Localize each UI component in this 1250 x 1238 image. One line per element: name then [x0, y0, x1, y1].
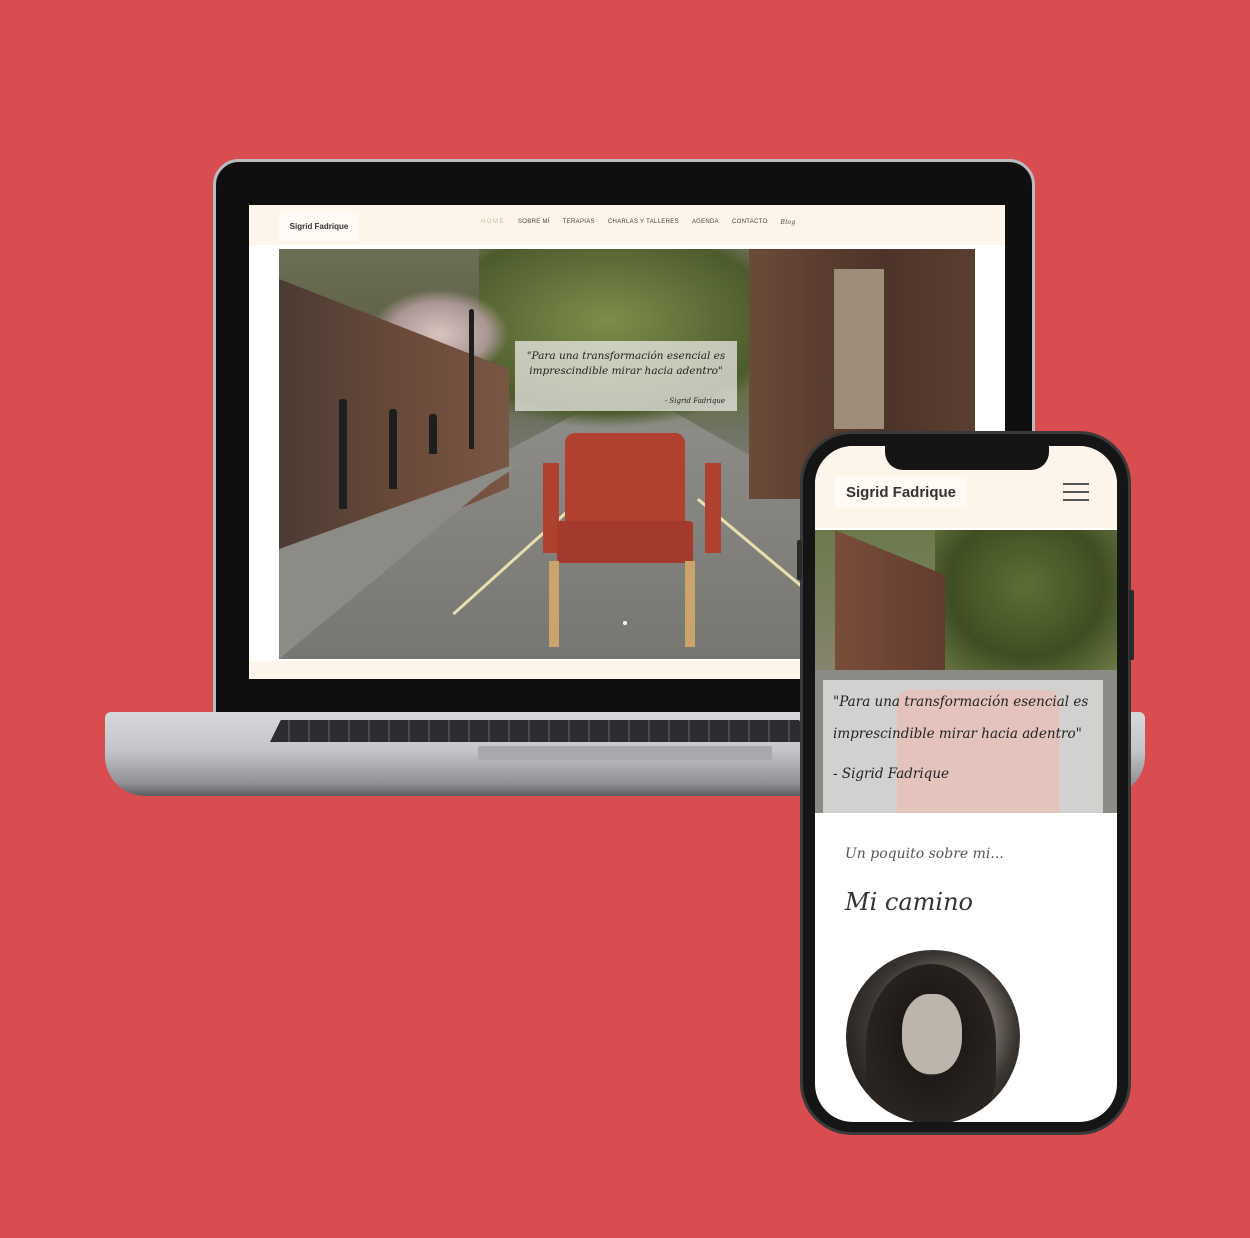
phone-side-button	[797, 540, 802, 580]
nav-item-agenda[interactable]: AGENDA	[692, 219, 719, 226]
mobile-hero-image: "Para una transformación esencial es imp…	[815, 530, 1117, 813]
mobile-quote-line-2: imprescindible mirar hacia adentro"	[833, 726, 1082, 742]
phone-side-button	[1129, 590, 1134, 660]
armchair-leg	[685, 561, 695, 647]
site-logo[interactable]: Sigrid Fadrique	[279, 211, 359, 241]
nav-item-terapias[interactable]: TERAPIAS	[563, 219, 595, 226]
nav-item-home[interactable]: HOME	[481, 219, 505, 226]
bollard	[429, 414, 437, 454]
hero-quote-box: "Para una transformación esencial es imp…	[515, 341, 737, 411]
mobile-hero-buildings	[835, 530, 945, 680]
armchair-seat	[557, 521, 693, 563]
about-title: Mi camino	[845, 888, 973, 916]
mobile-quote-line-1: "Para una transformación esencial es	[833, 694, 1089, 710]
hero-pillar	[834, 269, 884, 429]
quote-line-2: imprescindible mirar hacia adentro"	[529, 365, 723, 377]
desktop-header: Sigrid Fadrique HOME SOBRE MÍ TERAPIAS C…	[249, 205, 1005, 245]
nav-item-blog[interactable]: Blog	[780, 219, 795, 226]
portrait-avatar	[846, 950, 1020, 1122]
nav-item-contacto[interactable]: CONTACTO	[732, 219, 768, 226]
mobile-hero-trees	[935, 530, 1117, 670]
street-lamp	[469, 309, 474, 449]
desktop-nav-menu: HOME SOBRE MÍ TERAPIAS CHARLAS Y TALLERE…	[481, 219, 795, 226]
armchair-arm	[705, 463, 721, 553]
mobile-site-logo[interactable]: Sigrid Fadrique	[835, 476, 967, 508]
mobile-quote-author: - Sigrid Fadrique	[833, 766, 950, 782]
armchair-leg	[549, 561, 559, 647]
laptop-trackpad	[478, 746, 772, 760]
about-subtitle: Un poquito sobre mi...	[845, 846, 1004, 862]
bollard	[389, 409, 397, 489]
armchair-back	[565, 433, 685, 533]
laptop-keyboard	[270, 720, 810, 742]
slider-dot[interactable]	[623, 621, 627, 625]
quote-author: - Sigrid Fadrique	[664, 397, 725, 405]
phone-notch	[885, 446, 1049, 470]
quote-line-1: "Para una transformación esencial es	[526, 350, 726, 362]
mobile-quote-box: "Para una transformación esencial es imp…	[823, 680, 1103, 813]
phone-screen: Sigrid Fadrique "Para una transformación…	[815, 446, 1117, 1122]
nav-item-charlas-y-talleres[interactable]: CHARLAS Y TALLERES	[608, 219, 679, 226]
portrait-face	[902, 994, 962, 1074]
bollard	[339, 399, 347, 509]
nav-item-sobre-mi[interactable]: SOBRE MÍ	[518, 219, 550, 226]
hamburger-menu-icon[interactable]	[1063, 483, 1089, 501]
